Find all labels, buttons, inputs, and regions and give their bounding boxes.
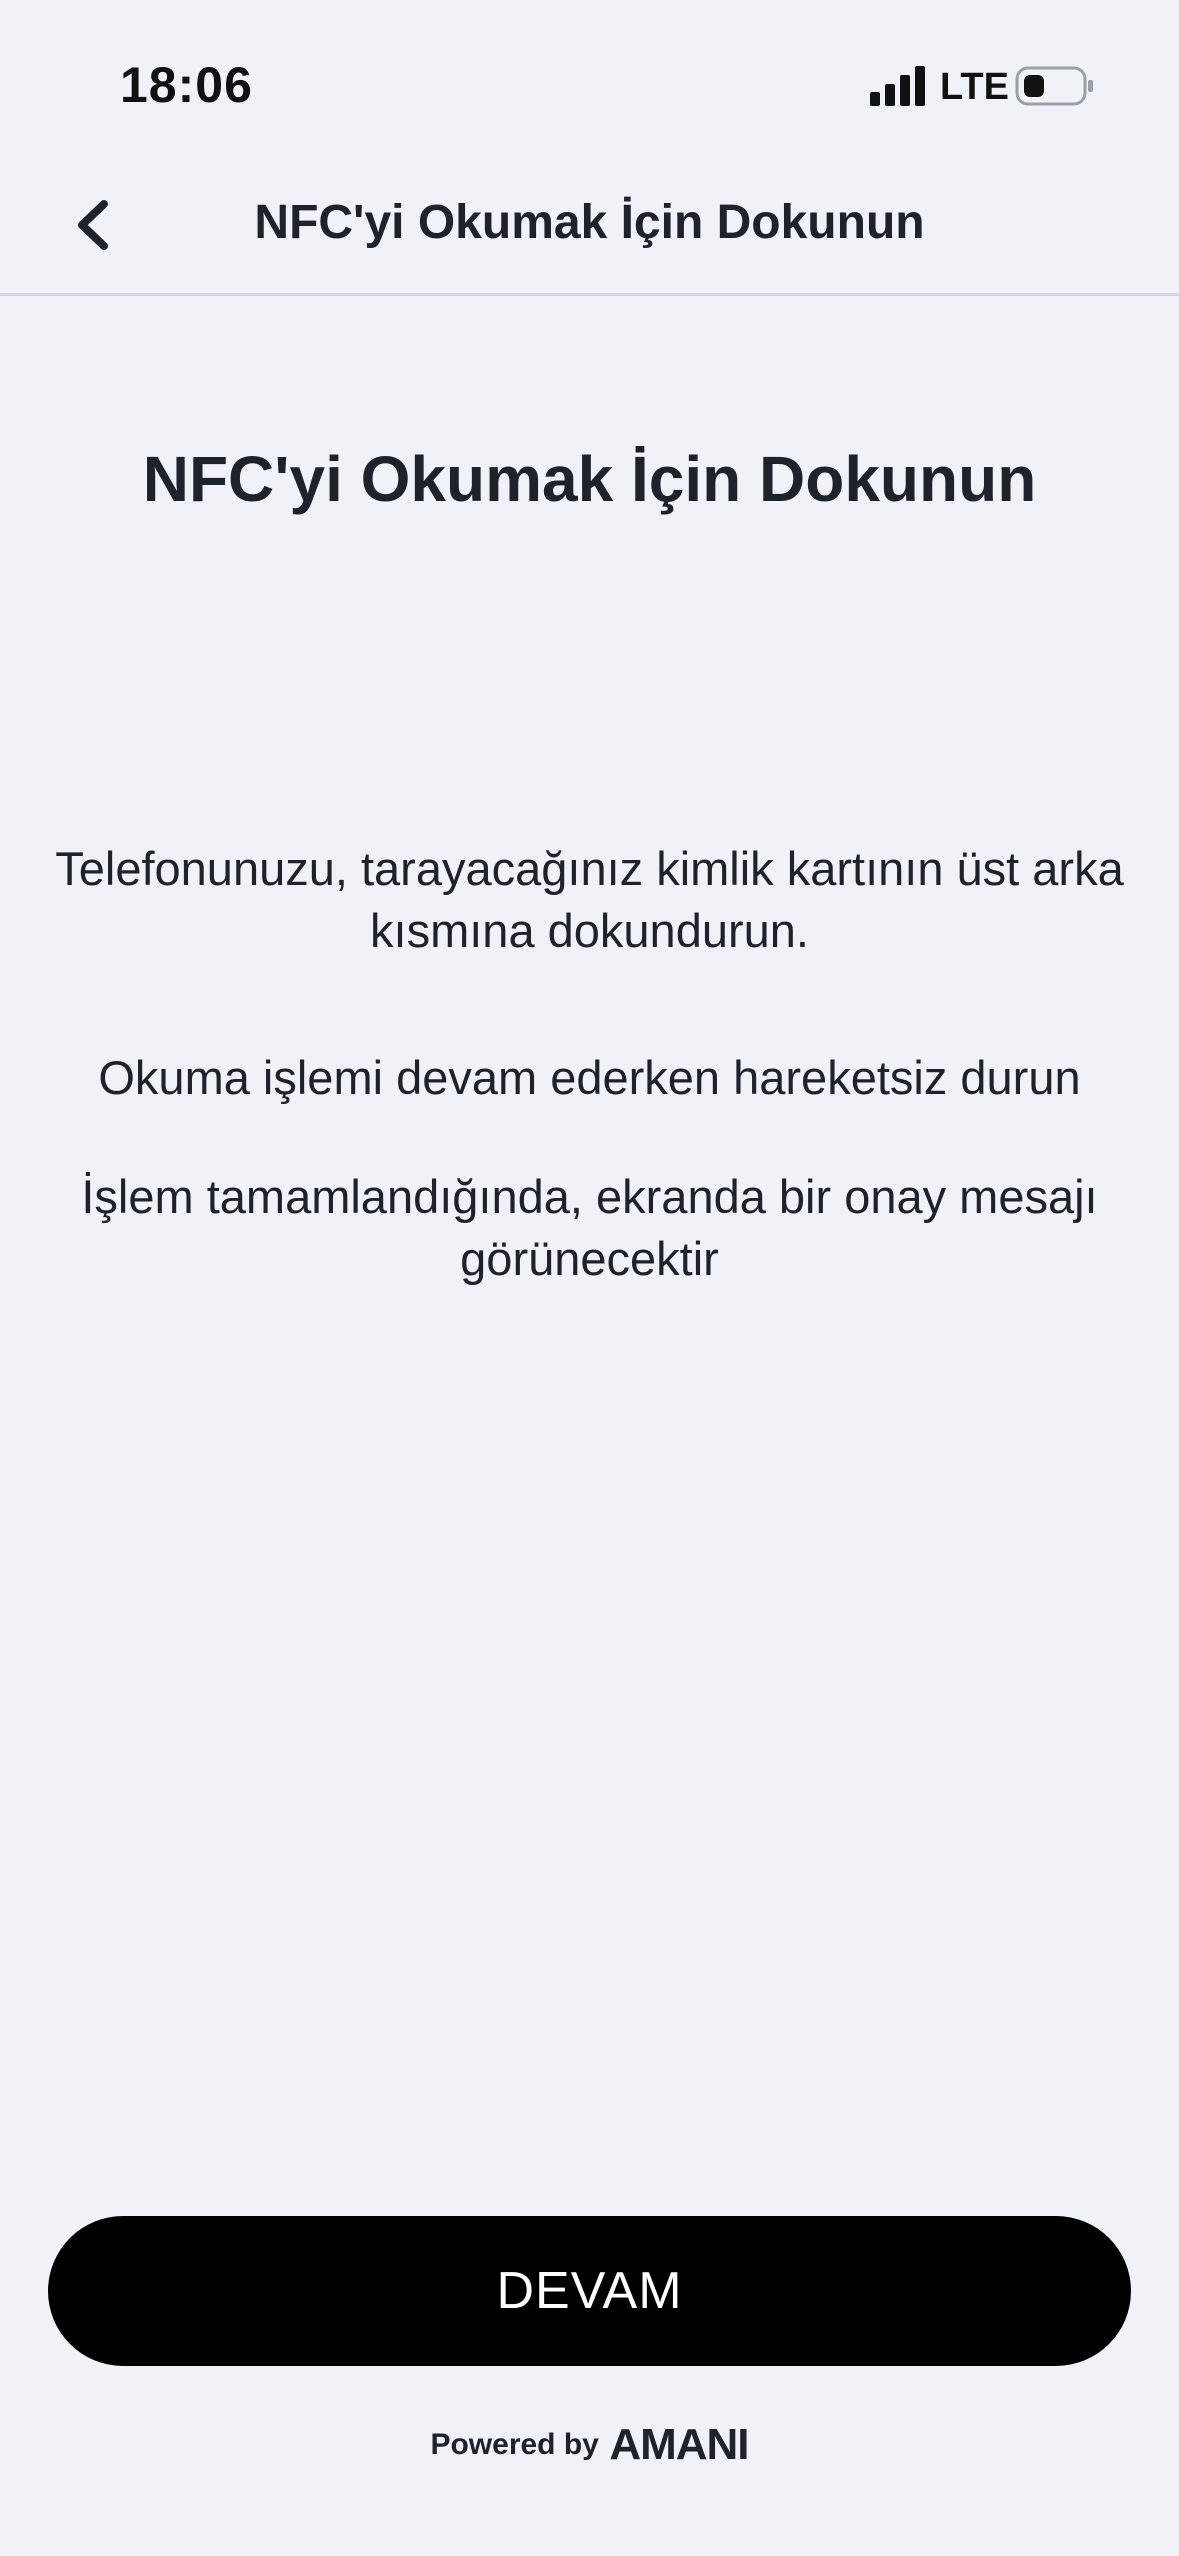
nav-title: NFC'yi Okumak İçin Dokunun [254, 196, 925, 249]
instruction-text: Telefonunuzu, tarayacağınız kimlik kartı… [55, 842, 1124, 957]
battery-icon [1015, 66, 1093, 106]
instruction-text: İşlem tamamlandığında, ekranda bir onay … [81, 1170, 1098, 1285]
signal-icon [870, 66, 925, 106]
page-heading: NFC'yi Okumak İçin Dokunun [142, 443, 1037, 515]
network-label: LTE [940, 66, 1009, 108]
powered-by-label: Powered by [430, 2428, 599, 2461]
brand-logo: AMANI [609, 2420, 749, 2469]
status-time: 18:06 [120, 57, 253, 113]
instructions: Telefonunuzu, tarayacağınız kimlik kartı… [40, 838, 1139, 1290]
navigation-bar: NFC'yi Okumak İçin Dokunun [0, 150, 1179, 296]
powered-by-footer: Powered by AMANI [0, 2420, 1179, 2470]
continue-button[interactable]: DEVAM [48, 2216, 1131, 2366]
status-bar: 18:06 LTE [0, 0, 1179, 150]
instruction-text: Okuma işlemi devam ederken hareketsiz du… [98, 1051, 1081, 1104]
